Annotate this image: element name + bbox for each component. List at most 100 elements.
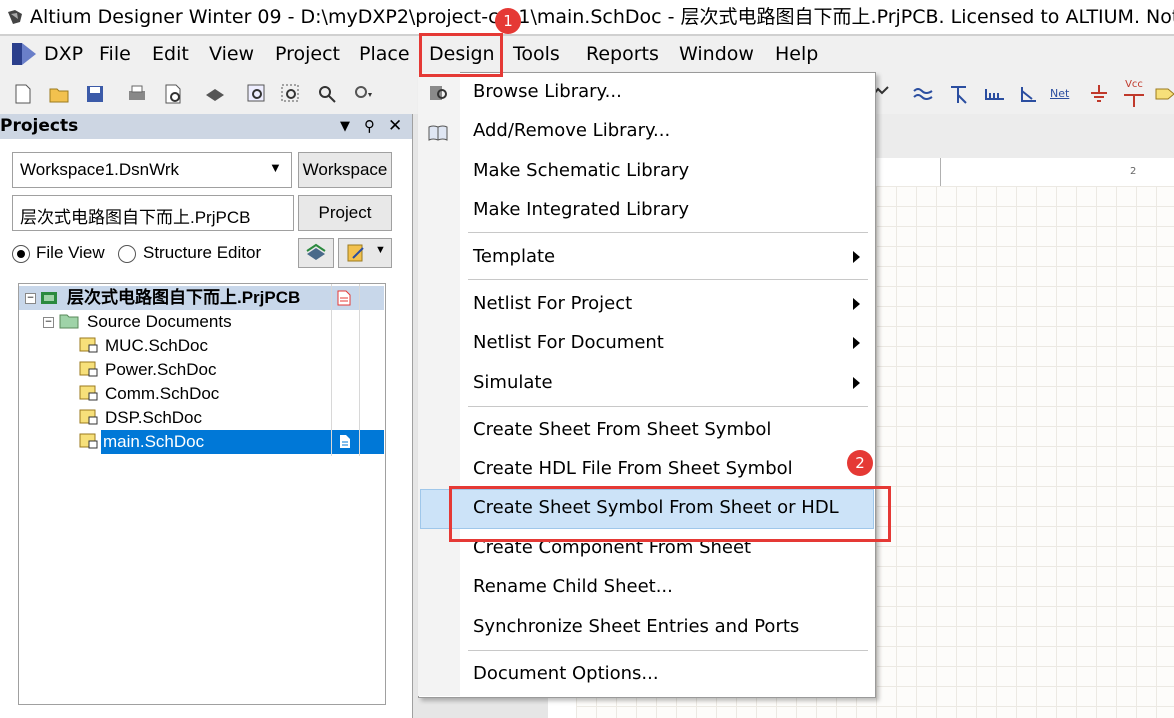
zoom-area-icon[interactable] bbox=[280, 83, 302, 105]
doc-muc[interactable]: MUC.SchDoc bbox=[105, 334, 208, 358]
project-tree: − 层次式电路图自下而上.PrjPCB − Source Documents M… bbox=[18, 283, 386, 705]
menu-edit[interactable]: Edit bbox=[152, 41, 189, 67]
annotation-badge-2: 2 bbox=[847, 450, 873, 476]
save-icon[interactable] bbox=[84, 83, 106, 105]
submenu-arrow-icon bbox=[853, 377, 860, 389]
doc-main[interactable]: main.SchDoc bbox=[103, 430, 204, 454]
design-menu-items: Browse Library... Add/Remove Library... … bbox=[418, 72, 874, 696]
harness-icon[interactable] bbox=[984, 83, 1006, 105]
zoom-fit-icon[interactable] bbox=[246, 83, 268, 105]
schdoc-icon bbox=[79, 337, 98, 353]
menu-help[interactable]: Help bbox=[775, 41, 818, 67]
menu-file[interactable]: File bbox=[99, 41, 131, 67]
menu-item-create-sheet-from-symbol[interactable]: Create Sheet From Sheet Symbol bbox=[473, 415, 771, 445]
menu-bar: DXP File Edit View Project Place Design … bbox=[0, 36, 1174, 72]
menu-place[interactable]: Place bbox=[359, 41, 410, 67]
menu-tools[interactable]: Tools bbox=[513, 41, 560, 67]
project-node[interactable]: 层次式电路图自下而上.PrjPCB bbox=[67, 286, 300, 310]
new-document-icon[interactable] bbox=[12, 83, 34, 105]
document-tab-strip bbox=[876, 114, 1174, 159]
print-icon[interactable] bbox=[126, 83, 148, 105]
bus-entry-icon[interactable] bbox=[948, 83, 970, 105]
chevron-down-icon: ▼ bbox=[269, 160, 282, 175]
menu-item-add-remove-library[interactable]: Add/Remove Library... bbox=[473, 116, 670, 146]
workspace-button[interactable]: Workspace bbox=[298, 152, 392, 188]
open-folder-icon[interactable] bbox=[48, 83, 70, 105]
bus-icon[interactable] bbox=[912, 83, 934, 105]
column-divider bbox=[331, 284, 332, 456]
modified-document-icon bbox=[337, 290, 351, 306]
net-label-icon[interactable]: Net bbox=[1050, 83, 1078, 105]
print-preview-icon[interactable] bbox=[162, 83, 184, 105]
pin-icon[interactable]: ⚲ bbox=[364, 114, 375, 139]
ruler-divider bbox=[940, 158, 941, 186]
panel-menu-icon[interactable]: ▼ bbox=[340, 114, 350, 139]
column-divider bbox=[359, 284, 360, 456]
menu-item-document-options[interactable]: Document Options... bbox=[473, 659, 659, 689]
submenu-arrow-icon bbox=[853, 298, 860, 310]
workspace-combo-value: Workspace1.DsnWrk bbox=[20, 160, 180, 179]
menu-item-netlist-for-project[interactable]: Netlist For Project bbox=[473, 289, 632, 319]
device-icon[interactable] bbox=[204, 83, 226, 105]
annotation-box-design-menu bbox=[419, 33, 503, 77]
book-icon bbox=[428, 125, 448, 141]
schdoc-icon bbox=[79, 433, 98, 449]
vcc-label: Vcc bbox=[1125, 79, 1143, 90]
chevron-down-icon: ▼ bbox=[375, 244, 386, 256]
annotation-box-create-sheet-symbol bbox=[449, 486, 891, 542]
project-button[interactable]: Project bbox=[298, 195, 392, 231]
schdoc-icon bbox=[79, 409, 98, 425]
menu-dxp[interactable]: DXP bbox=[44, 41, 83, 67]
workspace-combo[interactable]: Workspace1.DsnWrk ▼ bbox=[12, 152, 292, 188]
menu-item-template[interactable]: Template bbox=[473, 242, 868, 272]
menu-item-rename-child-sheet[interactable]: Rename Child Sheet... bbox=[473, 572, 673, 602]
menu-reports[interactable]: Reports bbox=[586, 41, 659, 67]
menu-separator bbox=[468, 279, 868, 280]
folder-icon bbox=[59, 314, 79, 329]
ground-icon[interactable] bbox=[1088, 83, 1110, 105]
menu-item-browse-library[interactable]: Browse Library... bbox=[473, 77, 622, 107]
menu-item-netlist-for-document[interactable]: Netlist For Document bbox=[473, 328, 664, 358]
source-documents-folder[interactable]: Source Documents bbox=[87, 310, 232, 334]
menu-view[interactable]: View bbox=[209, 41, 254, 67]
file-view-label: File View bbox=[36, 243, 105, 262]
window-title: Altium Designer Winter 09 - D:\myDXP2\pr… bbox=[30, 6, 1174, 28]
vcc-power-icon[interactable] bbox=[1120, 91, 1148, 109]
menu-separator bbox=[468, 650, 868, 651]
menu-item-synchronize-sheet-entries[interactable]: Synchronize Sheet Entries and Ports bbox=[473, 612, 799, 642]
menu-window[interactable]: Window bbox=[679, 41, 754, 67]
menu-item-create-hdl-from-symbol[interactable]: Create HDL File From Sheet Symbol bbox=[473, 454, 793, 484]
projects-panel-header: Projects ▼ ⚲ ✕ bbox=[0, 114, 412, 139]
file-view-radio[interactable] bbox=[12, 245, 30, 263]
filter-icon[interactable] bbox=[352, 83, 374, 105]
schdoc-icon bbox=[79, 361, 98, 377]
title-bar: Altium Designer Winter 09 - D:\myDXP2\pr… bbox=[0, 0, 1174, 34]
menu-item-make-integrated-library[interactable]: Make Integrated Library bbox=[473, 195, 689, 225]
menu-project[interactable]: Project bbox=[275, 41, 340, 67]
panel-title: Projects bbox=[0, 116, 79, 136]
project-options-button[interactable]: ▼ bbox=[338, 238, 392, 268]
collapse-icon[interactable]: − bbox=[25, 293, 36, 304]
document-options-icon bbox=[347, 244, 364, 262]
port-icon[interactable] bbox=[1154, 83, 1174, 105]
compile-icon bbox=[306, 243, 326, 260]
project-field[interactable]: 层次式电路图自下而上.PrjPCB bbox=[12, 195, 294, 231]
menu-item-simulate[interactable]: Simulate bbox=[473, 368, 553, 398]
collapse-icon[interactable]: − bbox=[43, 317, 54, 328]
altium-logo-icon bbox=[8, 10, 22, 24]
harness-entry-icon[interactable] bbox=[1018, 83, 1040, 105]
menu-item-make-schematic-library[interactable]: Make Schematic Library bbox=[473, 156, 689, 186]
project-icon bbox=[41, 292, 57, 304]
compile-button[interactable] bbox=[298, 238, 334, 268]
doc-comm[interactable]: Comm.SchDoc bbox=[105, 382, 219, 406]
schdoc-icon bbox=[79, 385, 98, 401]
doc-dsp[interactable]: DSP.SchDoc bbox=[105, 406, 202, 430]
submenu-arrow-icon bbox=[853, 251, 860, 263]
structure-editor-radio[interactable] bbox=[118, 245, 136, 263]
zoom-selected-icon[interactable] bbox=[316, 83, 338, 105]
doc-power[interactable]: Power.SchDoc bbox=[105, 358, 217, 382]
close-icon[interactable]: ✕ bbox=[388, 114, 402, 139]
menu-separator bbox=[468, 406, 868, 407]
submenu-arrow-icon bbox=[853, 337, 860, 349]
open-document-icon bbox=[340, 435, 350, 448]
